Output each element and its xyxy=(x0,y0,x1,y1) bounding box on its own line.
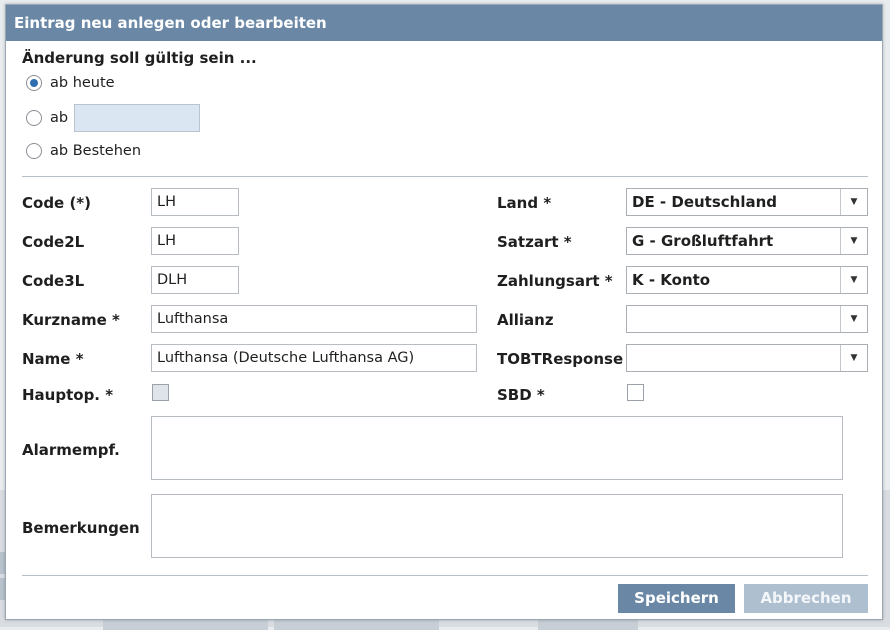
land-value: DE - Deutschland xyxy=(632,193,778,211)
radio-ab-bestehen[interactable]: ab Bestehen xyxy=(26,143,141,159)
radio-label: ab Bestehen xyxy=(50,143,142,159)
satzart-value: G - Großluftfahrt xyxy=(632,232,774,250)
alarmempf-label: Alarmempf. xyxy=(22,441,120,459)
tobtresponse-label: TOBTResponse xyxy=(497,350,624,368)
divider xyxy=(22,176,868,177)
code3l-input[interactable]: DLH xyxy=(151,266,239,294)
tobtresponse-value xyxy=(627,345,840,371)
name-input[interactable]: Lufthansa (Deutsche Lufthansa AG) xyxy=(151,344,477,372)
radio-ab-heute[interactable]: ab heute xyxy=(26,75,115,91)
radio-label: ab heute xyxy=(50,75,115,91)
code-label: Code (*) xyxy=(22,194,92,212)
dialog-title: Eintrag neu anlegen oder bearbeiten xyxy=(6,5,882,41)
chevron-down-icon[interactable]: ▼ xyxy=(840,189,867,215)
bemerkungen-label: Bemerkungen xyxy=(22,519,140,537)
chevron-down-icon[interactable]: ▼ xyxy=(840,345,867,371)
sbd-label: SBD * xyxy=(497,386,545,404)
hauptop-checkbox[interactable] xyxy=(152,384,169,401)
radio-button[interactable] xyxy=(26,143,42,159)
land-select[interactable]: DE - Deutschland ▼ xyxy=(626,188,868,216)
validity-heading: Änderung soll gültig sein ... xyxy=(22,49,257,67)
sbd-checkbox[interactable] xyxy=(627,384,644,401)
zahlungsart-value: K - Konto xyxy=(632,271,711,289)
cancel-button[interactable]: Abbrechen xyxy=(744,584,868,613)
divider xyxy=(22,575,868,576)
zahlungsart-label: Zahlungsart * xyxy=(497,272,613,290)
valid-from-date-input[interactable] xyxy=(74,104,201,132)
radio-button-checked[interactable] xyxy=(26,75,42,91)
code2l-label: Code2L xyxy=(22,233,85,251)
code3l-label: Code3L xyxy=(22,272,85,290)
bemerkungen-textarea[interactable] xyxy=(151,494,843,558)
zahlungsart-select[interactable]: K - Konto ▼ xyxy=(626,266,868,294)
alarmempf-textarea[interactable] xyxy=(151,416,843,480)
name-label: Name * xyxy=(22,350,84,368)
tobtresponse-select[interactable]: ▼ xyxy=(626,344,868,372)
radio-button[interactable] xyxy=(26,110,42,126)
allianz-label: Allianz xyxy=(497,311,554,329)
save-button[interactable]: Speichern xyxy=(618,584,735,613)
satzart-label: Satzart * xyxy=(497,233,572,251)
allianz-value xyxy=(627,306,840,332)
land-label: Land * xyxy=(497,194,552,212)
kurzname-label: Kurzname * xyxy=(22,311,120,329)
chevron-down-icon[interactable]: ▼ xyxy=(840,306,867,332)
radio-ab-date[interactable]: ab xyxy=(26,104,201,132)
code2l-input[interactable]: LH xyxy=(151,227,239,255)
hauptop-label: Hauptop. * xyxy=(22,386,114,404)
code-input[interactable]: LH xyxy=(151,188,239,216)
chevron-down-icon[interactable]: ▼ xyxy=(840,267,867,293)
radio-label: ab xyxy=(50,110,69,126)
satzart-select[interactable]: G - Großluftfahrt ▼ xyxy=(626,227,868,255)
kurzname-input[interactable]: Lufthansa xyxy=(151,305,477,333)
chevron-down-icon[interactable]: ▼ xyxy=(840,228,867,254)
edit-entry-dialog: Eintrag neu anlegen oder bearbeiten Ände… xyxy=(5,4,883,620)
allianz-select[interactable]: ▼ xyxy=(626,305,868,333)
